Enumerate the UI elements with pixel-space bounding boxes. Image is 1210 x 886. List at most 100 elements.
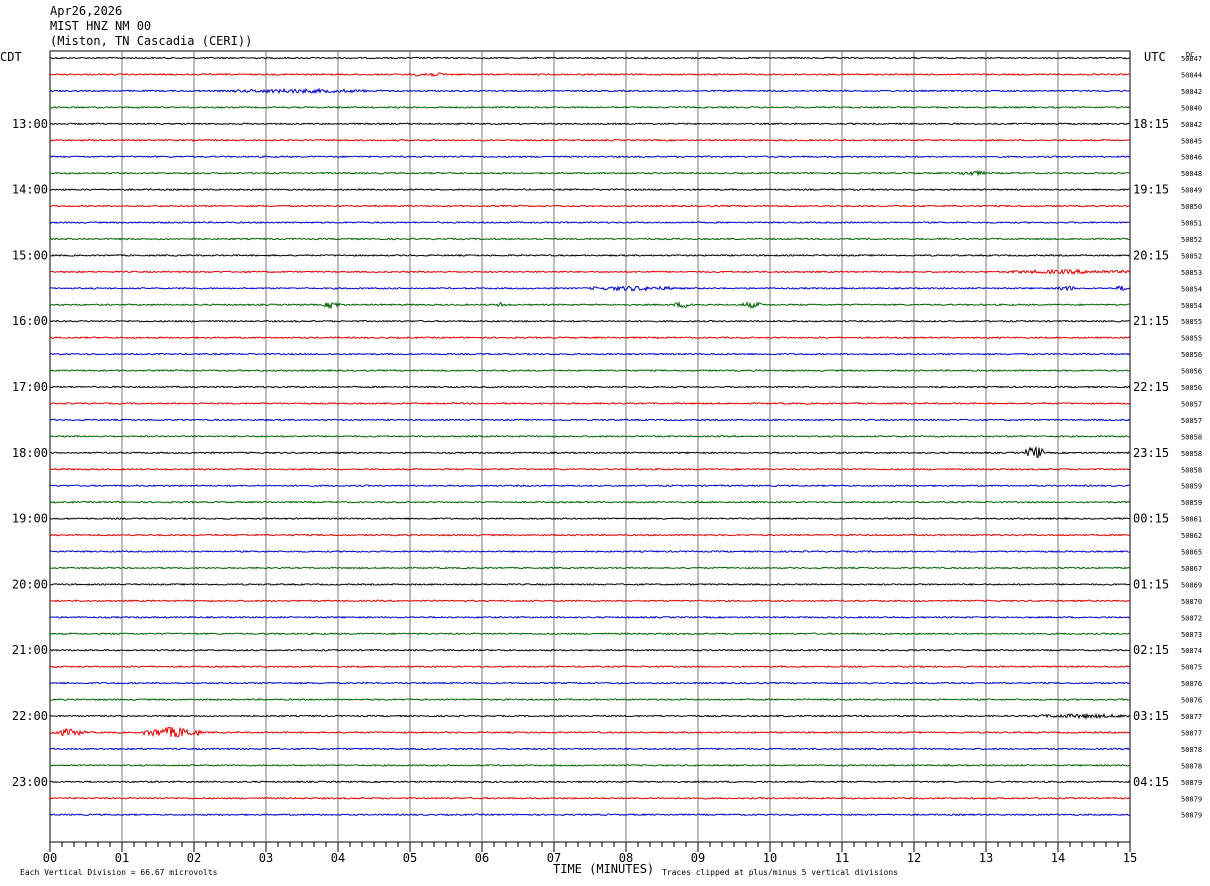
trace-line bbox=[49, 484, 1131, 488]
trace-line bbox=[49, 712, 1131, 720]
left-timezone-label: CDT bbox=[0, 50, 22, 64]
dc-offset-label: 50856 bbox=[1181, 368, 1202, 376]
dc-offset-label: 50852 bbox=[1181, 252, 1202, 260]
traces bbox=[49, 56, 1131, 817]
trace-line bbox=[49, 188, 1131, 192]
trace-line bbox=[49, 336, 1131, 340]
trace-line bbox=[49, 763, 1131, 767]
x-tick-label: 00 bbox=[43, 851, 57, 865]
dc-offset-label: 50878 bbox=[1181, 762, 1202, 770]
trace-line bbox=[49, 169, 1131, 177]
trace-line bbox=[49, 467, 1131, 471]
trace-line bbox=[49, 369, 1131, 373]
right-hour-label: 20:15 bbox=[1133, 248, 1169, 262]
trace-line bbox=[49, 517, 1131, 521]
dc-offset-label: 50874 bbox=[1181, 647, 1202, 655]
left-hour-label: 17:00 bbox=[12, 380, 48, 394]
x-tick-label: 13 bbox=[979, 851, 993, 865]
left-hour-label: 23:00 bbox=[12, 775, 48, 789]
dc-offset-label: 50859 bbox=[1181, 483, 1202, 491]
right-timezone-label: UTC bbox=[1144, 50, 1166, 64]
dc-offset-label: 50867 bbox=[1181, 565, 1202, 573]
right-hour-label: 18:15 bbox=[1133, 117, 1169, 131]
trace-line bbox=[49, 253, 1131, 257]
trace-line bbox=[49, 385, 1131, 389]
trace-line bbox=[49, 122, 1131, 126]
trace-line bbox=[49, 780, 1131, 784]
trace-line bbox=[49, 418, 1131, 422]
right-hour-label: 04:15 bbox=[1133, 775, 1169, 789]
dc-offset-label: 50846 bbox=[1181, 154, 1202, 162]
trace-line bbox=[49, 648, 1131, 652]
trace-line bbox=[49, 500, 1131, 504]
x-tick-label: 04 bbox=[331, 851, 345, 865]
dc-offset-label: 50844 bbox=[1181, 71, 1202, 79]
vertical-division-note: Each Vertical Division = 66.67 microvolt… bbox=[20, 868, 218, 877]
dc-offset-label: 50859 bbox=[1181, 499, 1202, 507]
dc-offset-label: 50845 bbox=[1181, 137, 1202, 145]
x-tick-label: 05 bbox=[403, 851, 417, 865]
trace-line bbox=[49, 445, 1131, 459]
dc-offset-label: 50862 bbox=[1181, 532, 1202, 540]
trace-line bbox=[49, 204, 1131, 208]
right-hour-label: 03:15 bbox=[1133, 709, 1169, 723]
left-hour-label: 13:00 bbox=[12, 117, 48, 131]
trace-line bbox=[49, 434, 1131, 438]
dc-offset-label: 50858 bbox=[1181, 466, 1202, 474]
trace-line bbox=[49, 221, 1131, 224]
dc-offset-label: 50858 bbox=[1181, 450, 1202, 458]
trace-line bbox=[49, 747, 1131, 751]
dc-offset-label: 50856 bbox=[1181, 384, 1202, 392]
x-tick-label: 15 bbox=[1123, 851, 1137, 865]
dc-offset-label: 50879 bbox=[1181, 812, 1202, 820]
dc-offset-label: 50877 bbox=[1181, 729, 1202, 737]
right-hour-label: 19:15 bbox=[1133, 183, 1169, 197]
x-tick-label: 10 bbox=[763, 851, 777, 865]
left-hour-label: 22:00 bbox=[12, 709, 48, 723]
x-tick-label: 01 bbox=[115, 851, 129, 865]
right-hour-label: 02:15 bbox=[1133, 643, 1169, 657]
labels: 00 01 02 03 04 05 06 07 08 09 10 11 12 13 14 1550847508… bbox=[12, 55, 1202, 865]
trace-line bbox=[49, 352, 1131, 356]
dc-offset-label: 50870 bbox=[1181, 598, 1202, 606]
trace-line bbox=[49, 566, 1131, 570]
x-tick-label: 03 bbox=[259, 851, 273, 865]
x-tick-label: 12 bbox=[907, 851, 921, 865]
dc-offset-label: 50857 bbox=[1181, 400, 1202, 408]
trace-line bbox=[49, 138, 1131, 142]
trace-line bbox=[49, 402, 1131, 405]
dc-offset-label: 50873 bbox=[1181, 631, 1202, 639]
trace-line bbox=[49, 72, 1131, 78]
trace-line bbox=[49, 796, 1131, 800]
left-hour-label: 20:00 bbox=[12, 577, 48, 591]
plot-frame bbox=[49, 50, 1131, 843]
dc-offset-label: 50840 bbox=[1181, 104, 1202, 112]
dc-offset-label: 50875 bbox=[1181, 664, 1202, 672]
x-axis-label: TIME (MINUTES) bbox=[553, 862, 654, 876]
trace-line bbox=[49, 155, 1131, 159]
dc-offset-label: 50879 bbox=[1181, 779, 1202, 787]
dc-offset-label: 50876 bbox=[1181, 697, 1202, 705]
trace-line bbox=[49, 615, 1131, 619]
dc-offset-label: 50851 bbox=[1181, 220, 1202, 228]
trace-line bbox=[49, 285, 1131, 292]
dc-offset-label: 50850 bbox=[1181, 203, 1202, 211]
dc-offset-label: 50857 bbox=[1181, 417, 1202, 425]
right-hour-label: 01:15 bbox=[1133, 577, 1169, 591]
left-hour-label: 14:00 bbox=[12, 183, 48, 197]
trace-line bbox=[49, 105, 1131, 109]
trace-line bbox=[49, 533, 1131, 537]
dc-offset-label: 50878 bbox=[1181, 746, 1202, 754]
trace-line bbox=[49, 726, 1131, 738]
trace-line bbox=[49, 582, 1131, 586]
left-hour-label: 16:00 bbox=[12, 314, 48, 328]
x-tick-label: 11 bbox=[835, 851, 849, 865]
trace-line bbox=[49, 681, 1131, 685]
dc-offset-label: 50861 bbox=[1181, 516, 1202, 524]
dc-offset-label: 50877 bbox=[1181, 713, 1202, 721]
trace-line bbox=[49, 698, 1131, 702]
dc-offset-label: 50849 bbox=[1181, 187, 1202, 195]
dc-offset-label: 50876 bbox=[1181, 680, 1202, 688]
trace-line bbox=[49, 56, 1131, 60]
dc-offset-label: 50842 bbox=[1181, 88, 1202, 96]
